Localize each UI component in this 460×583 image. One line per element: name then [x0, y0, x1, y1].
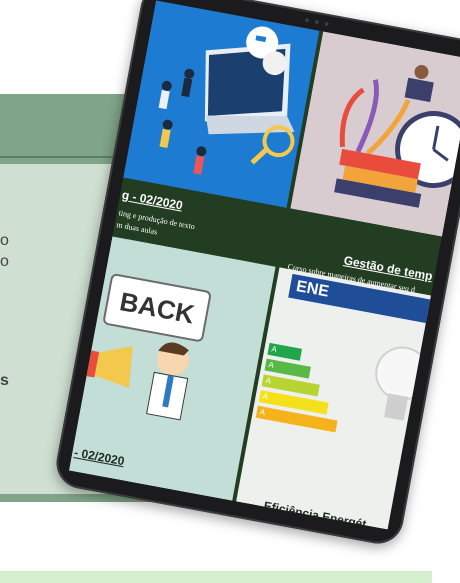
tablet-screen: g - 02/2020 ting e produção de texto m d… [68, 0, 460, 530]
laptop-people-illustration [123, 0, 320, 208]
side-text-fragment-3: s [0, 372, 9, 389]
bottom-highlight-bar [0, 571, 432, 583]
side-text-fragment-2: o [0, 253, 9, 270]
side-text-fragment-1: o [0, 232, 9, 249]
tablet-device: g - 02/2020 ting e produção de texto m d… [52, 0, 460, 548]
course-card-image-writing[interactable] [123, 0, 320, 208]
course-card-image-time[interactable] [290, 31, 460, 240]
time-management-illustration [290, 31, 460, 240]
camera-icon [304, 17, 329, 27]
